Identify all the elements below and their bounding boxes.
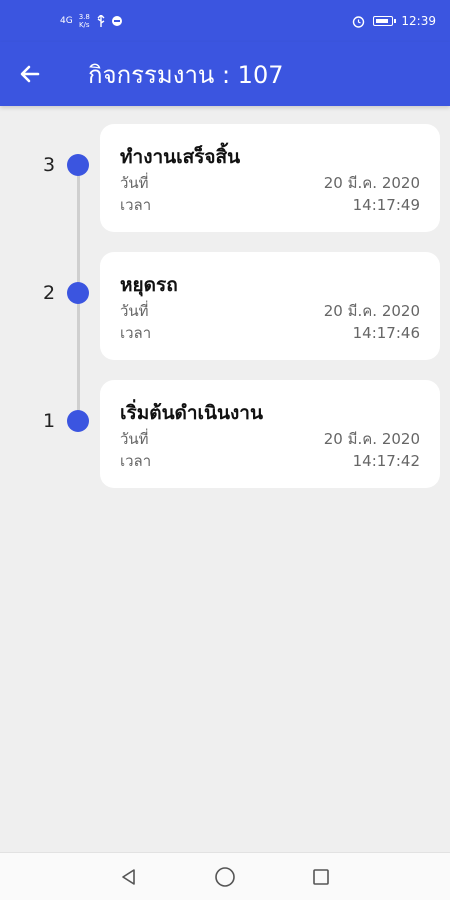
timeline-dot <box>67 154 89 176</box>
activity-title: หยุดรถ <box>120 274 178 296</box>
battery-icon <box>373 16 397 26</box>
signal-icon: 4G <box>60 16 73 26</box>
time-row: เวลา 14:17:49 <box>120 194 420 216</box>
activity-card[interactable]: ทำงานเสร็จสิ้น วันที่ 20 มี.ค. 2020 เวลา… <box>100 124 440 232</box>
time-label: เวลา <box>120 196 152 214</box>
nav-recents-button[interactable] <box>309 865 333 889</box>
date-row: วันที่ 20 มี.ค. 2020 <box>120 172 420 194</box>
date-label: วันที่ <box>120 302 149 320</box>
date-label: วันที่ <box>120 174 149 192</box>
date-row: วันที่ 20 มี.ค. 2020 <box>120 300 420 322</box>
date-value: 20 มี.ค. 2020 <box>323 174 420 192</box>
timeline-dot <box>67 282 89 304</box>
date-label: วันที่ <box>120 430 149 448</box>
entry-number: 3 <box>42 154 56 176</box>
network-speed-value: 3.8 <box>78 13 90 21</box>
back-button[interactable] <box>0 42 60 106</box>
date-value: 20 มี.ค. 2020 <box>323 302 420 320</box>
timeline-entry: 3 ทำงานเสร็จสิ้น วันที่ 20 มี.ค. 2020 เว… <box>0 106 450 232</box>
date-value: 20 มี.ค. 2020 <box>323 430 420 448</box>
activity-title: เริ่มต้นดำเนินงาน <box>120 402 263 424</box>
timeline-entry: 1 เริ่มต้นดำเนินงาน วันที่ 20 มี.ค. 2020… <box>0 362 450 488</box>
status-bar: 4G 3.8 K/s 12:39 <box>0 0 450 42</box>
activity-card[interactable]: หยุดรถ วันที่ 20 มี.ค. 2020 เวลา 14:17:4… <box>100 252 440 360</box>
nav-home-button[interactable] <box>213 865 237 889</box>
triangle-back-icon <box>122 868 135 885</box>
time-value: 14:17:49 <box>352 196 420 214</box>
timeline-dot <box>67 410 89 432</box>
status-left: 4G 3.8 K/s <box>60 13 122 29</box>
square-recents-icon <box>313 868 329 885</box>
network-speed: 3.8 K/s <box>79 13 90 29</box>
time-row: เวลา 14:17:46 <box>120 322 420 344</box>
status-right: 12:39 <box>352 14 436 28</box>
time-value: 14:17:46 <box>352 324 420 342</box>
time-label: เวลา <box>120 452 152 470</box>
circle-home-icon <box>215 866 235 887</box>
activity-title: ทำงานเสร็จสิ้น <box>120 146 241 168</box>
time-label: เวลา <box>120 324 152 342</box>
date-row: วันที่ 20 มี.ค. 2020 <box>120 428 420 450</box>
activity-card[interactable]: เริ่มต้นดำเนินงาน วันที่ 20 มี.ค. 2020 เ… <box>100 380 440 488</box>
do-not-disturb-icon <box>111 16 122 26</box>
entry-number: 2 <box>42 282 56 304</box>
alarm-icon <box>353 15 365 28</box>
status-time: 12:39 <box>401 14 436 28</box>
time-value: 14:17:42 <box>352 452 420 470</box>
entry-number: 1 <box>42 410 56 432</box>
nav-back-button[interactable] <box>117 865 141 889</box>
system-nav-bar <box>0 852 450 900</box>
network-speed-unit: K/s <box>78 21 90 29</box>
usb-icon <box>97 15 105 27</box>
app-bar: กิจกรรมงาน : 107 <box>0 42 450 106</box>
time-row: เวลา 14:17:42 <box>120 450 420 472</box>
timeline-entry: 2 หยุดรถ วันที่ 20 มี.ค. 2020 เวลา 14:17… <box>0 234 450 360</box>
arrow-left-icon <box>20 65 40 83</box>
page-title: กิจกรรมงาน : 107 <box>88 60 284 89</box>
